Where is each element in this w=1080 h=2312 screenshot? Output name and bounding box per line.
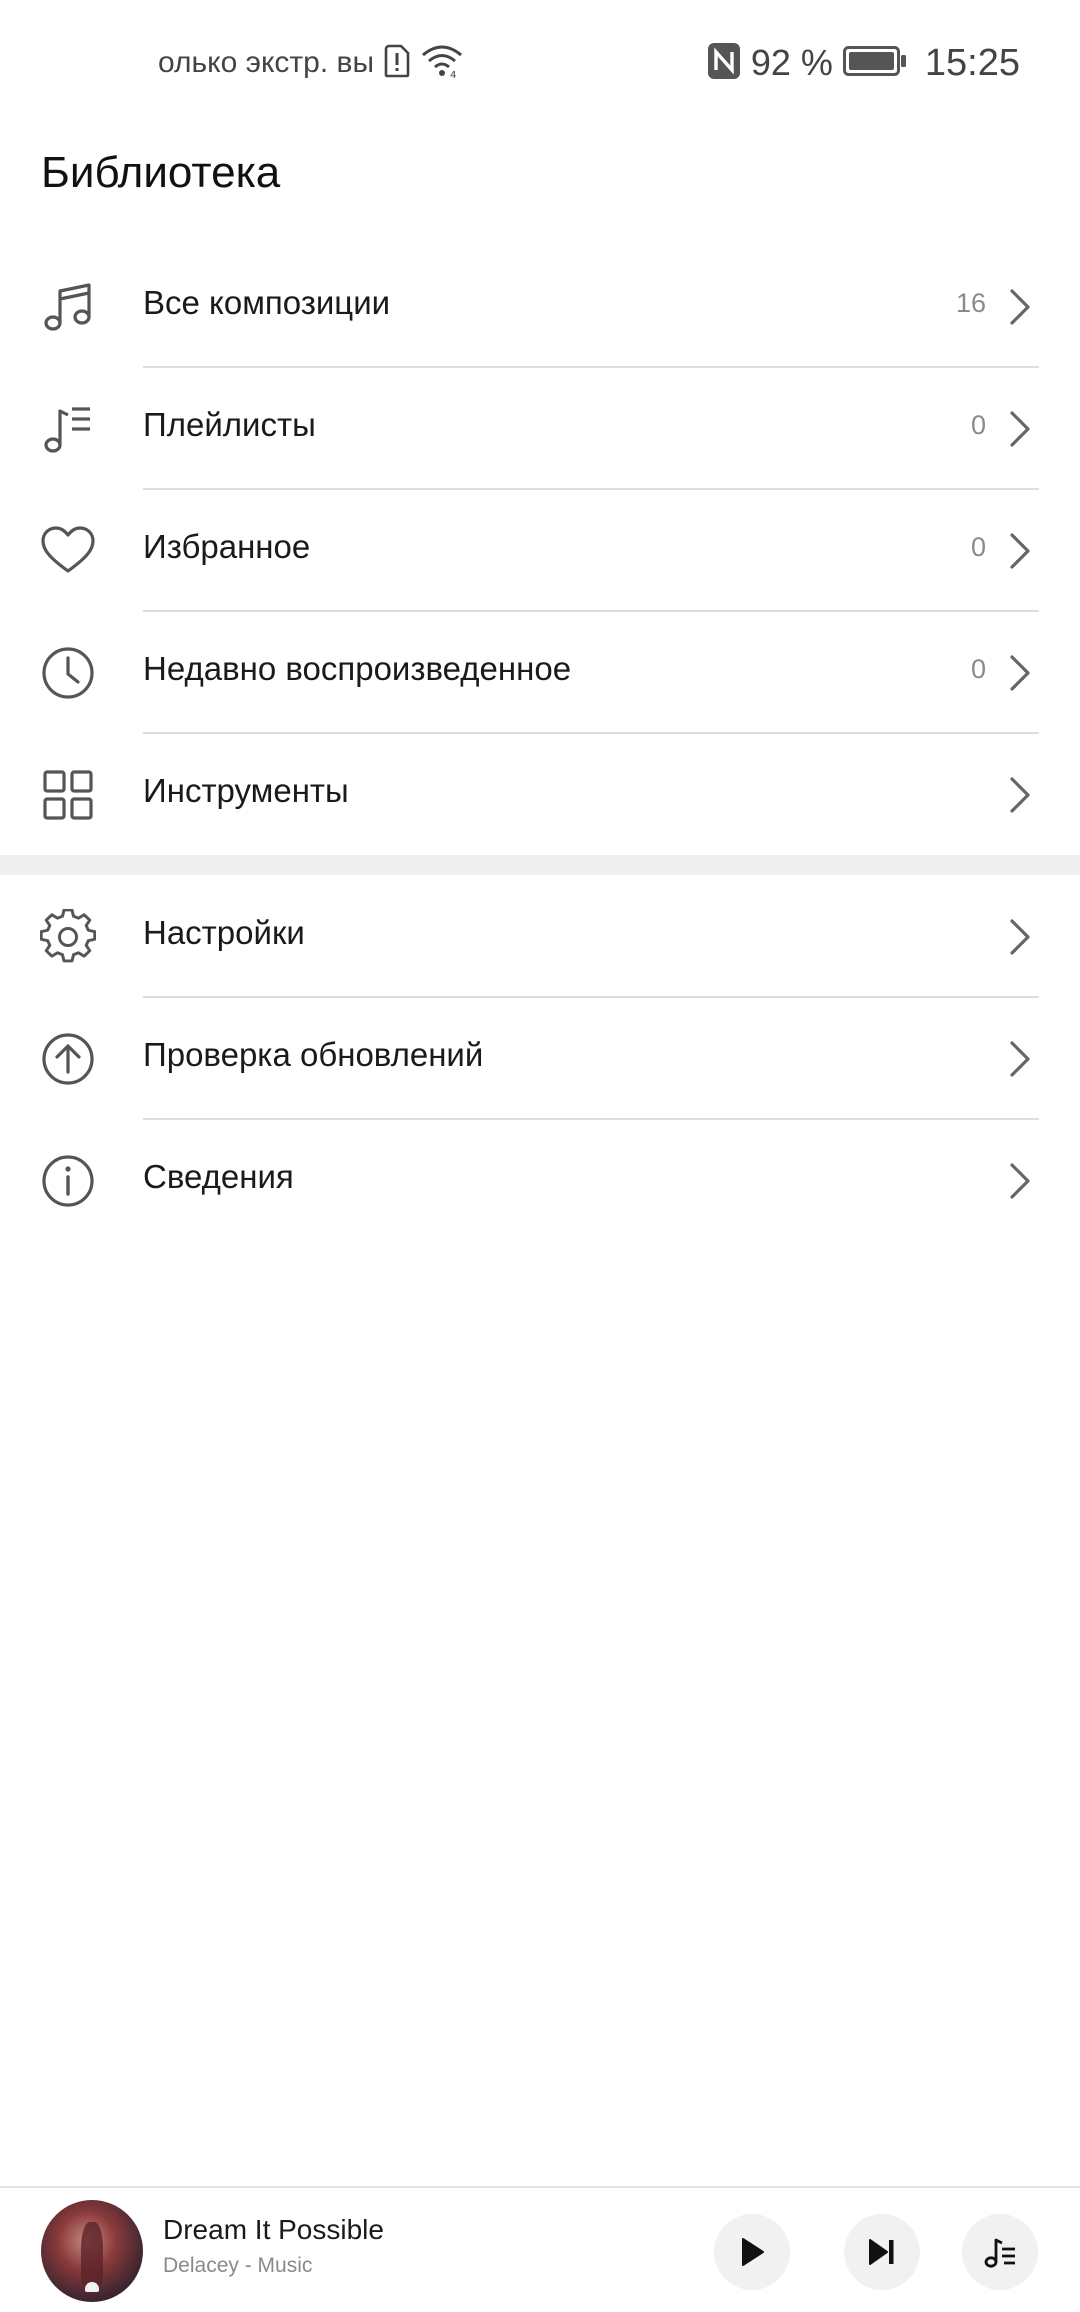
row-label: Сведения: [143, 1158, 294, 1195]
row-count: 0: [970, 410, 986, 440]
album-art[interactable]: [41, 2200, 143, 2302]
row-label: Проверка обновлений: [143, 1036, 484, 1073]
row-label: Недавно воспроизведенное: [143, 650, 572, 687]
row-count: 16: [955, 288, 986, 318]
library-item-recent[interactable]: Недавно воспроизведенное 0: [0, 612, 1080, 734]
library-item-all-songs[interactable]: Все композиции 16: [0, 246, 1080, 368]
grid-icon: [40, 767, 96, 823]
mini-player[interactable]: Dream It Possible Delacey - Music: [0, 2186, 1080, 2312]
skip-next-icon: [867, 2237, 897, 2267]
library-item-favorites[interactable]: Избранное 0: [0, 490, 1080, 612]
clock-icon: [40, 645, 96, 701]
row-label: Инструменты: [143, 772, 349, 809]
page-title: Библиотека: [41, 148, 281, 197]
clock-time: 15:25: [924, 41, 1020, 84]
gear-icon: [40, 909, 96, 965]
row-label: Избранное: [143, 528, 311, 565]
album-art-logo: [85, 2282, 99, 2292]
chevron-right-icon: [1006, 776, 1034, 814]
library-item-playlists[interactable]: Плейлисты 0: [0, 368, 1080, 490]
play-icon: [739, 2237, 765, 2267]
notification-text: олько экстр. вы: [158, 46, 375, 79]
queue-icon: [982, 2234, 1018, 2270]
chevron-right-icon: [1006, 654, 1034, 692]
battery-icon: [842, 45, 907, 81]
track-title[interactable]: Dream It Possible: [163, 2214, 384, 2246]
playlist-icon: [40, 401, 96, 457]
row-label: Настройки: [143, 914, 305, 951]
chevron-right-icon: [1006, 532, 1034, 570]
play-button[interactable]: [714, 2214, 790, 2290]
chevron-right-icon: [1006, 288, 1034, 326]
battery-percent: 92 %: [750, 42, 833, 83]
queue-button[interactable]: [962, 2214, 1038, 2290]
row-count: 0: [970, 654, 986, 684]
chevron-right-icon: [1006, 1162, 1034, 1200]
settings-item-about[interactable]: Сведения: [0, 1120, 1080, 1242]
track-artist[interactable]: Delacey - Music: [163, 2254, 312, 2278]
music-note-icon: [40, 279, 96, 335]
settings-list: Настройки Проверка обновлений Сведения: [0, 876, 1080, 1242]
chevron-right-icon: [1006, 1040, 1034, 1078]
upload-arrow-icon: [40, 1031, 96, 1087]
heart-icon: [40, 523, 96, 579]
library-item-tools[interactable]: Инструменты: [0, 734, 1080, 856]
nfc-icon: [707, 42, 741, 85]
library-list: Все композиции 16 Плейлисты 0 Избранное: [0, 246, 1080, 856]
chevron-right-icon: [1006, 918, 1034, 956]
sim-alert-icon: [384, 44, 410, 83]
settings-item-settings[interactable]: Настройки: [0, 876, 1080, 998]
svg-text:4: 4: [450, 70, 456, 79]
info-icon: [40, 1153, 96, 1209]
skip-next-button[interactable]: [844, 2214, 920, 2290]
album-art-figure: [81, 2222, 103, 2288]
row-count: 0: [970, 532, 986, 562]
status-left: олько экстр. вы 4: [158, 38, 464, 88]
status-bar: олько экстр. вы 4 92 % 15:25: [0, 0, 1080, 124]
row-label: Все композиции: [143, 284, 391, 321]
row-label: Плейлисты: [143, 406, 316, 443]
section-separator: [0, 855, 1080, 875]
chevron-right-icon: [1006, 410, 1034, 448]
status-right: 92 % 15:25: [707, 36, 1020, 90]
wifi-icon: 4: [420, 43, 464, 84]
settings-item-check-updates[interactable]: Проверка обновлений: [0, 998, 1080, 1120]
